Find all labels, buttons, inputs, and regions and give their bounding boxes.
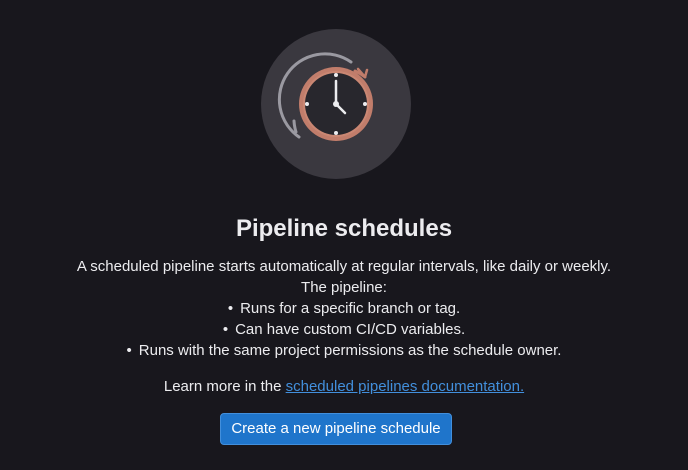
documentation-link[interactable]: scheduled pipelines documentation. [286,378,525,395]
bullet-icon: • [222,321,229,338]
clock-schedule-icon [261,29,411,179]
list-item: • Runs for a specific branch or tag. [0,298,688,319]
list-item-text: Runs for a specific branch or tag. [240,300,461,317]
learn-more-text: Learn more in the scheduled pipelines do… [0,376,688,397]
bullet-icon: • [227,300,234,317]
illustration [261,29,411,179]
empty-state-title: Pipeline schedules [235,215,453,242]
create-pipeline-schedule-button[interactable]: Create a new pipeline schedule [220,413,452,445]
learn-more-prefix: Learn more in the [163,378,282,395]
bullet-icon: • [126,342,132,359]
empty-state: Pipeline schedules A scheduled pipeline … [0,0,688,470]
list-item: • Runs with the same project permissions … [0,340,688,361]
list-item-text: Can have custom CI/CD variables. [235,321,466,338]
list-intro: The pipeline: [301,279,387,296]
list-item-text: Runs with the same project permissions a… [138,342,562,359]
empty-state-description: A scheduled pipeline starts automaticall… [76,258,612,275]
list-item: • Can have custom CI/CD variables. [0,319,688,340]
